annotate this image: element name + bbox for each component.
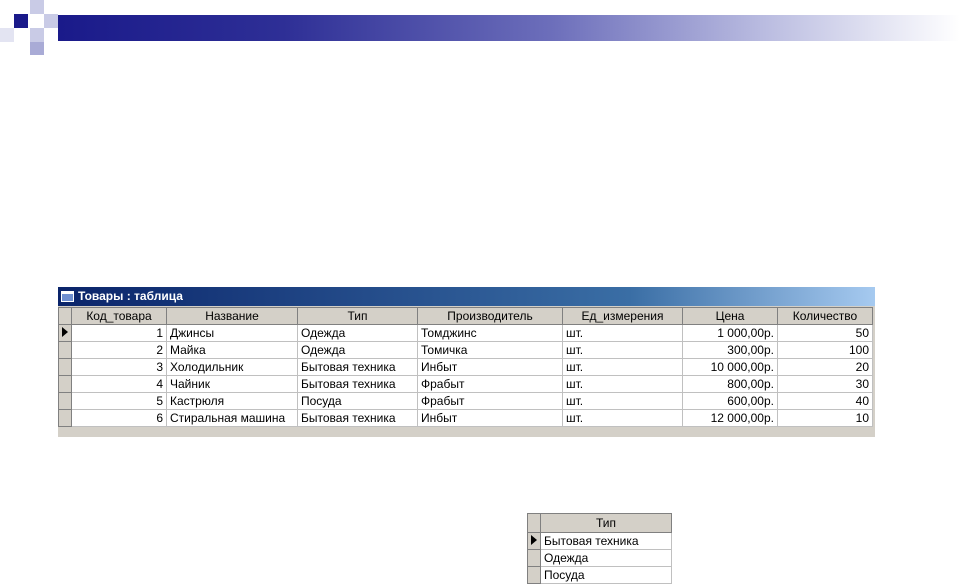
decor-square: [44, 14, 58, 28]
cell-qty[interactable]: 40: [777, 392, 873, 410]
slide-banner: [58, 15, 960, 41]
table-row[interactable]: 3 Холодильник Бытовая техника Инбыт шт. …: [58, 358, 873, 376]
column-header[interactable]: Количество: [777, 307, 873, 325]
current-record-icon: [62, 327, 68, 337]
cell-unit[interactable]: шт.: [562, 409, 683, 427]
cell-maker[interactable]: Инбыт: [417, 358, 563, 376]
table-row[interactable]: 2 Майка Одежда Томичка шт. 300,00р. 100: [58, 341, 873, 359]
select-all-corner[interactable]: [58, 307, 72, 325]
column-header[interactable]: Производитель: [417, 307, 563, 325]
column-header[interactable]: Цена: [682, 307, 778, 325]
decor-square: [30, 42, 44, 55]
cell-type[interactable]: Одежда: [540, 549, 672, 567]
cell-name[interactable]: Джинсы: [166, 324, 298, 342]
lookup-table[interactable]: Тип Бытовая техника Одежда Посуда: [527, 513, 672, 584]
column-header[interactable]: Название: [166, 307, 298, 325]
decor-square: [30, 28, 44, 42]
cell-unit[interactable]: шт.: [562, 358, 683, 376]
cell-type[interactable]: Одежда: [297, 324, 418, 342]
cell-maker[interactable]: Инбыт: [417, 409, 563, 427]
cell-code[interactable]: 2: [71, 341, 167, 359]
cell-unit[interactable]: шт.: [562, 392, 683, 410]
cell-qty[interactable]: 50: [777, 324, 873, 342]
lookup-grid[interactable]: Тип Бытовая техника Одежда Посуда: [527, 513, 672, 584]
cell-maker[interactable]: Томичка: [417, 341, 563, 359]
decor-square: [30, 0, 44, 14]
column-header[interactable]: Тип: [540, 513, 672, 533]
cell-code[interactable]: 5: [71, 392, 167, 410]
cell-type[interactable]: Бытовая техника: [297, 409, 418, 427]
datasheet-window[interactable]: Товары : таблица Код_товара Название Тип…: [58, 287, 875, 437]
cell-price[interactable]: 10 000,00р.: [682, 358, 778, 376]
cell-name[interactable]: Холодильник: [166, 358, 298, 376]
cell-maker[interactable]: Томджинс: [417, 324, 563, 342]
cell-code[interactable]: 4: [71, 375, 167, 393]
cell-code[interactable]: 6: [71, 409, 167, 427]
record-selector[interactable]: [58, 392, 72, 410]
column-header[interactable]: Тип: [297, 307, 418, 325]
cell-qty[interactable]: 20: [777, 358, 873, 376]
cell-type[interactable]: Бытовая техника: [297, 375, 418, 393]
cell-type[interactable]: Бытовая техника: [297, 358, 418, 376]
record-selector[interactable]: [58, 341, 72, 359]
cell-code[interactable]: 3: [71, 358, 167, 376]
cell-unit[interactable]: шт.: [562, 324, 683, 342]
table-row[interactable]: 4 Чайник Бытовая техника Фрабыт шт. 800,…: [58, 375, 873, 393]
table-row[interactable]: Посуда: [527, 566, 672, 584]
table-row[interactable]: Одежда: [527, 549, 672, 567]
cell-type[interactable]: Посуда: [297, 392, 418, 410]
table-row[interactable]: 1 Джинсы Одежда Томджинс шт. 1 000,00р. …: [58, 324, 873, 342]
record-selector[interactable]: [58, 324, 72, 342]
cell-qty[interactable]: 30: [777, 375, 873, 393]
record-selector[interactable]: [527, 566, 541, 584]
cell-unit[interactable]: шт.: [562, 375, 683, 393]
cell-price[interactable]: 1 000,00р.: [682, 324, 778, 342]
cell-price[interactable]: 600,00р.: [682, 392, 778, 410]
select-all-corner[interactable]: [527, 513, 541, 533]
table-row[interactable]: Бытовая техника: [527, 532, 672, 550]
cell-name[interactable]: Кастрюля: [166, 392, 298, 410]
cell-name[interactable]: Чайник: [166, 375, 298, 393]
decor-square: [14, 14, 28, 28]
record-selector[interactable]: [527, 549, 541, 567]
record-selector[interactable]: [58, 358, 72, 376]
cell-maker[interactable]: Фрабыт: [417, 375, 563, 393]
cell-price[interactable]: 800,00р.: [682, 375, 778, 393]
decor-square: [0, 28, 14, 42]
header-row: Код_товара Название Тип Производитель Ед…: [58, 307, 873, 325]
cell-name[interactable]: Майка: [166, 341, 298, 359]
datasheet-grid[interactable]: Код_товара Название Тип Производитель Ед…: [58, 307, 873, 427]
record-selector[interactable]: [527, 532, 541, 550]
cell-name[interactable]: Стиральная машина: [166, 409, 298, 427]
cell-maker[interactable]: Фрабыт: [417, 392, 563, 410]
cell-qty[interactable]: 100: [777, 341, 873, 359]
record-selector[interactable]: [58, 375, 72, 393]
column-header[interactable]: Ед_измерения: [562, 307, 683, 325]
cell-code[interactable]: 1: [71, 324, 167, 342]
table-row[interactable]: 6 Стиральная машина Бытовая техника Инбы…: [58, 409, 873, 427]
cell-type[interactable]: Посуда: [540, 566, 672, 584]
record-selector[interactable]: [58, 409, 72, 427]
cell-qty[interactable]: 10: [777, 409, 873, 427]
cell-type[interactable]: Одежда: [297, 341, 418, 359]
table-icon: [61, 291, 74, 302]
table-row[interactable]: 5 Кастрюля Посуда Фрабыт шт. 600,00р. 40: [58, 392, 873, 410]
column-header[interactable]: Код_товара: [71, 307, 167, 325]
cell-price[interactable]: 300,00р.: [682, 341, 778, 359]
cell-type[interactable]: Бытовая техника: [540, 532, 672, 550]
window-title: Товары : таблица: [78, 289, 183, 303]
cell-unit[interactable]: шт.: [562, 341, 683, 359]
current-record-icon: [531, 535, 537, 545]
cell-price[interactable]: 12 000,00р.: [682, 409, 778, 427]
window-titlebar[interactable]: Товары : таблица: [58, 287, 875, 306]
header-row: Тип: [527, 513, 672, 533]
